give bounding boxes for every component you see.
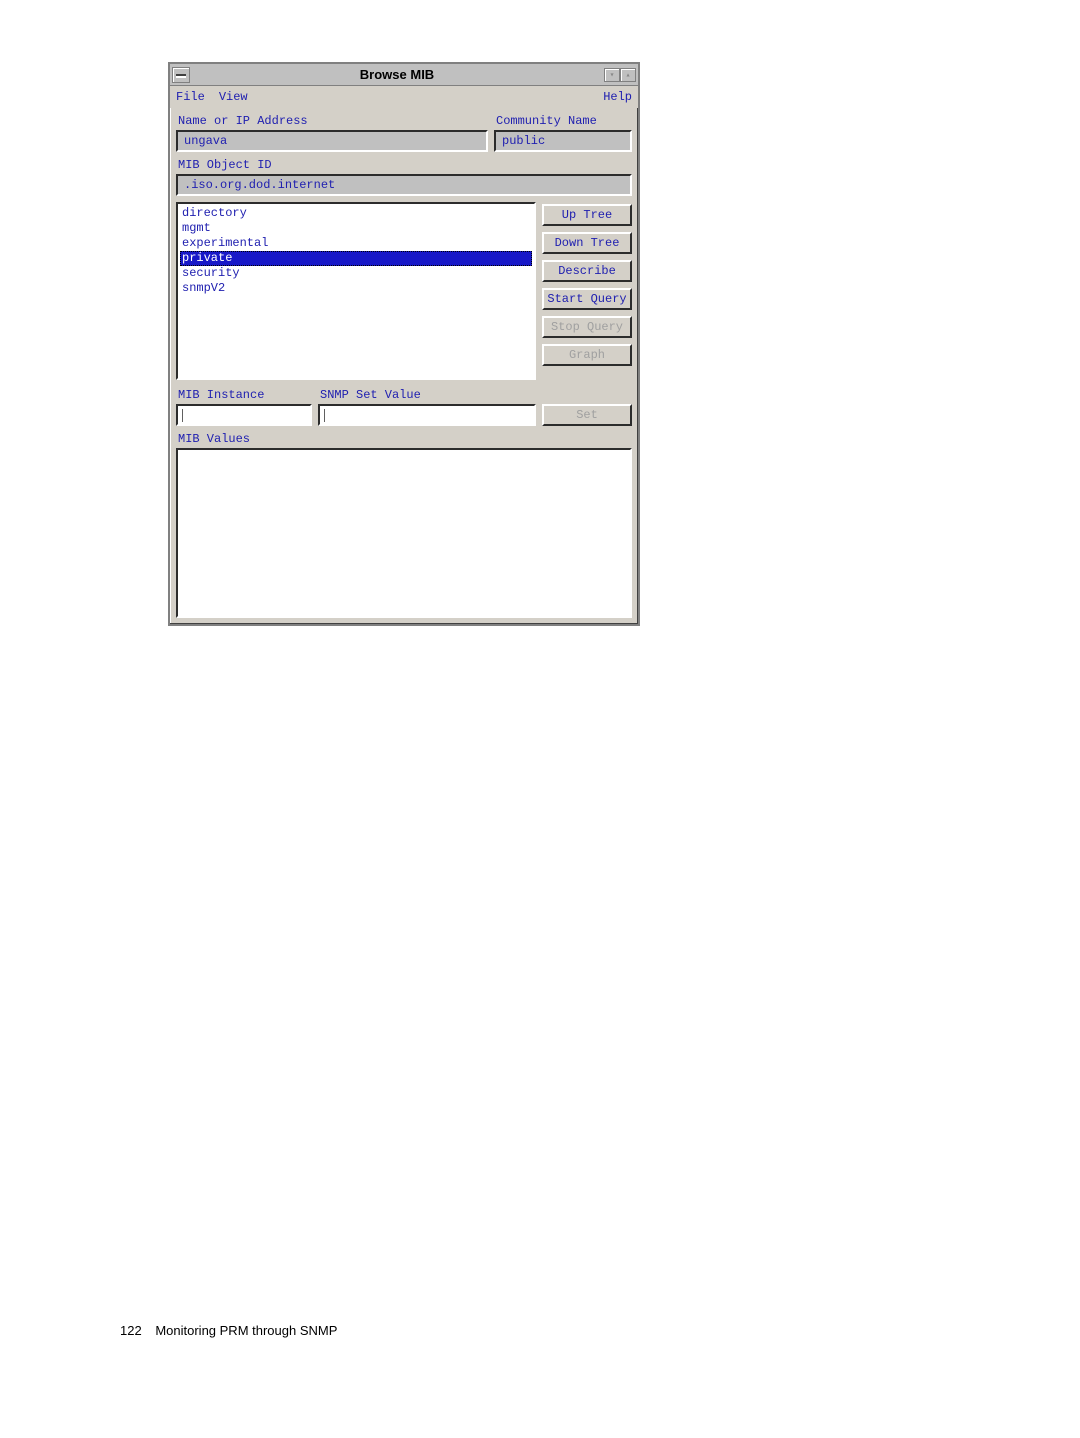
tree-item[interactable]: experimental	[180, 236, 532, 251]
snmp-set-value-input[interactable]	[318, 404, 536, 426]
name-or-ip-input[interactable]: ungava	[176, 130, 488, 152]
down-tree-button[interactable]: Down Tree	[542, 232, 632, 254]
window-body: Name or IP Address ungava Community Name…	[170, 108, 638, 624]
window-title: Browse MIB	[190, 67, 604, 82]
mib-instance-label: MIB Instance	[178, 388, 312, 402]
tree-item[interactable]: mgmt	[180, 221, 532, 236]
menu-file[interactable]: File	[176, 90, 205, 104]
minimize-button[interactable]: ▾	[604, 68, 620, 82]
menubar: File View Help	[170, 86, 638, 108]
set-button[interactable]: Set	[542, 404, 632, 426]
name-or-ip-label: Name or IP Address	[178, 114, 494, 128]
community-label: Community Name	[496, 114, 632, 128]
up-tree-button[interactable]: Up Tree	[542, 204, 632, 226]
chapter-title: Monitoring PRM through SNMP	[155, 1323, 337, 1338]
mib-values-output	[176, 448, 632, 618]
graph-button[interactable]: Graph	[542, 344, 632, 366]
tree-item[interactable]: snmpV2	[180, 281, 532, 296]
snmp-set-value-label: SNMP Set Value	[320, 388, 536, 402]
window-controls: ▾ ▴	[604, 68, 636, 82]
describe-button[interactable]: Describe	[542, 260, 632, 282]
mib-object-id-input[interactable]: .iso.org.dod.internet	[176, 174, 632, 196]
page-number: 122	[120, 1323, 142, 1338]
mib-tree[interactable]: directorymgmtexperimentalprivatesecurity…	[176, 202, 536, 380]
menu-view[interactable]: View	[219, 90, 248, 104]
tree-item[interactable]: security	[180, 266, 532, 281]
system-menu-icon[interactable]	[172, 67, 190, 83]
tree-item[interactable]: directory	[180, 206, 532, 221]
page-footer: 122 Monitoring PRM through SNMP	[120, 1323, 337, 1338]
mib-values-label: MIB Values	[178, 432, 632, 446]
tree-item[interactable]: private	[180, 251, 532, 266]
maximize-button[interactable]: ▴	[620, 68, 636, 82]
start-query-button[interactable]: Start Query	[542, 288, 632, 310]
browse-mib-window: Browse MIB ▾ ▴ File View Help Name or IP…	[168, 62, 640, 626]
titlebar: Browse MIB ▾ ▴	[170, 64, 638, 86]
menu-help[interactable]: Help	[603, 90, 632, 104]
mib-instance-input[interactable]	[176, 404, 312, 426]
stop-query-button[interactable]: Stop Query	[542, 316, 632, 338]
community-input[interactable]: public	[494, 130, 632, 152]
mib-object-id-label: MIB Object ID	[178, 158, 632, 172]
